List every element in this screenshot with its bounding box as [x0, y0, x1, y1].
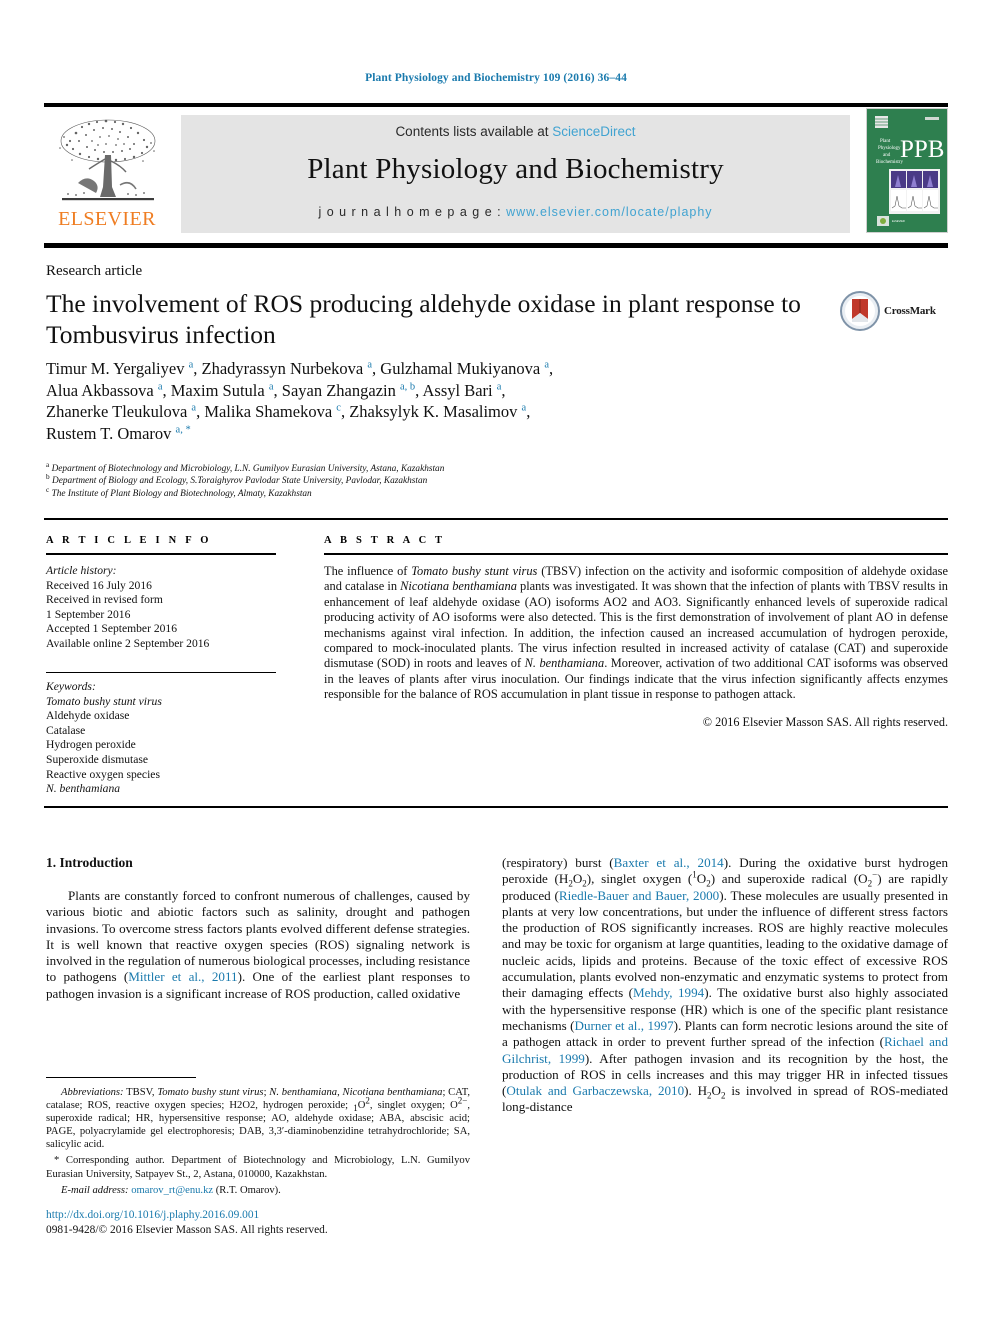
history-item: 1 September 2016 [46, 607, 131, 621]
affiliation-marker: a [46, 459, 50, 469]
article-history-label: Article history: [46, 564, 117, 577]
corresponding-author-note: * Corresponding author. Department of Bi… [46, 1155, 470, 1180]
journal-homepage-line: j o u r n a l h o m e p a g e : www.else… [181, 205, 850, 219]
author-list: Timur M. Yergaliyev a, Zhadyrassyn Nurbe… [46, 359, 554, 443]
issn-copyright-line: 0981-9428/© 2016 Elsevier Masson SAS. Al… [46, 1223, 328, 1236]
affiliation-item: a Department of Biotechnology and Microb… [46, 459, 746, 475]
keyword-item: Superoxide dismutase [46, 752, 149, 766]
journal-title: Plant Physiology and Biochemistry [307, 153, 724, 185]
body-column-left: 1. Introduction Plants are constantly fo… [46, 855, 470, 1002]
keyword-item: Reactive oxygen species [46, 767, 160, 781]
keywords-rule [46, 671, 276, 673]
keywords-label: Keywords: [46, 679, 96, 693]
journal-homepage-link[interactable]: www.elsevier.com/locate/plaphy [506, 205, 712, 219]
keyword-item: Catalase [46, 723, 86, 737]
abstract-rule [324, 553, 948, 555]
affiliation-item: b Department of Biology and Ecology, S.T… [46, 472, 746, 487]
email-suffix: (R.T. Omarov). [215, 1184, 281, 1196]
journal-band: Contents lists available at ScienceDirec… [181, 115, 850, 233]
intro-paragraph-left: Plants are constantly forced to confront… [46, 888, 470, 1001]
elsevier-tree-icon [59, 119, 156, 201]
doi-block: http://dx.doi.org/10.1016/j.plaphy.2016.… [46, 1208, 506, 1237]
keyword-item: N. benthamiana [46, 782, 121, 796]
history-item: Received 16 July 2016 [46, 578, 152, 592]
elsevier-wordmark: ELSEVIER [58, 208, 156, 230]
crossmark-icon [840, 291, 880, 331]
article-info-heading: A R T I C L E I N F O [46, 535, 212, 546]
article-page: Plant Physiology and Biochemistry 109 (2… [0, 0, 992, 1323]
email-link[interactable]: omarov_rt@enu.kz [131, 1185, 213, 1196]
history-item: Available online 2 September 2016 [46, 636, 210, 650]
abstract-column: A B S T R A C T The influence of Tomato … [324, 535, 948, 730]
contents-prefix: Contents lists available at [395, 124, 553, 139]
email-note: E-mail address: omarov_rt@enu.kz (R.T. O… [46, 1184, 470, 1197]
keyword-item: Hydrogen peroxide [46, 738, 136, 752]
svg-text:Plant: Plant [880, 139, 891, 144]
running-head: Plant Physiology and Biochemistry 109 (2… [365, 72, 627, 84]
article-history: Article history: Received 16 July 2016 R… [46, 564, 276, 652]
article-info-rule [46, 553, 276, 555]
history-item: Accepted 1 September 2016 [46, 622, 178, 636]
footnote-block: Abbreviations: TBSV, Tomato bushy stunt … [46, 1086, 470, 1197]
journal-cover-art: Plant Physiology and Biochemistry PPB EL… [867, 109, 947, 232]
affiliation-marker: c [46, 484, 50, 494]
abstract-heading: A B S T R A C T [324, 535, 446, 546]
svg-text:PPB: PPB [900, 136, 944, 163]
info-block-bottom-rule [44, 806, 948, 808]
journal-masthead: ELSEVIER Contents lists available at Sci… [44, 103, 948, 233]
header-bottom-rule [44, 243, 948, 248]
history-item: Received in revised form [46, 593, 163, 607]
affiliation-item: c The Institute of Plant Biology and Bio… [46, 484, 746, 500]
body-column-right: (respiratory) burst (Baxter et al., 2014… [502, 855, 948, 1116]
section-title-introduction: 1. Introduction [46, 855, 133, 870]
affiliation-text: Department of Biology and Ecology, S.Tor… [51, 476, 428, 487]
keyword-item: Tomato bushy stunt virus [46, 694, 162, 708]
elsevier-logo: ELSEVIER [48, 115, 166, 229]
keyword-item: Aldehyde oxidase [46, 709, 130, 723]
svg-text:and: and [883, 153, 891, 158]
abbreviations-note: Abbreviations: TBSV, Tomato bushy stunt … [46, 1087, 471, 1151]
abstract-text: The influence of Tomato bushy stunt viru… [324, 564, 949, 702]
crossmark-label: CrossMark [884, 305, 936, 317]
article-info-column: A R T I C L E I N F O Article history: R… [46, 535, 276, 797]
keywords-block: Keywords: Tomato bushy stunt virus Aldeh… [46, 680, 276, 797]
intro-paragraph-right: (respiratory) burst (Baxter et al., 2014… [502, 855, 949, 1115]
crossmark-badge[interactable]: CrossMark [840, 291, 950, 337]
article-type: Research article [46, 263, 143, 279]
svg-text:ELSEVIER: ELSEVIER [892, 219, 905, 223]
footnote-separator [46, 1077, 196, 1079]
sciencedirect-link[interactable]: ScienceDirect [552, 124, 635, 139]
svg-text:Physiology: Physiology [878, 146, 901, 151]
affiliation-text: Department of Biotechnology and Microbio… [51, 464, 445, 474]
journal-cover-thumbnail: Plant Physiology and Biochemistry PPB EL… [866, 108, 948, 233]
contents-line: Contents lists available at ScienceDirec… [181, 124, 850, 139]
affiliation-list: a Department of Biotechnology and Microb… [46, 459, 746, 500]
affiliation-marker: b [46, 472, 50, 482]
info-block-top-rule [44, 518, 948, 520]
affiliation-text: The Institute of Plant Biology and Biote… [51, 488, 312, 499]
doi-link[interactable]: http://dx.doi.org/10.1016/j.plaphy.2016.… [46, 1208, 506, 1223]
article-title: The involvement of ROS producing aldehyd… [46, 289, 801, 349]
masthead-top-rule [44, 103, 948, 107]
email-label: E-mail address: [61, 1184, 129, 1196]
homepage-prefix: j o u r n a l h o m e p a g e : [318, 205, 507, 219]
abstract-copyright: © 2016 Elsevier Masson SAS. All rights r… [702, 714, 948, 729]
